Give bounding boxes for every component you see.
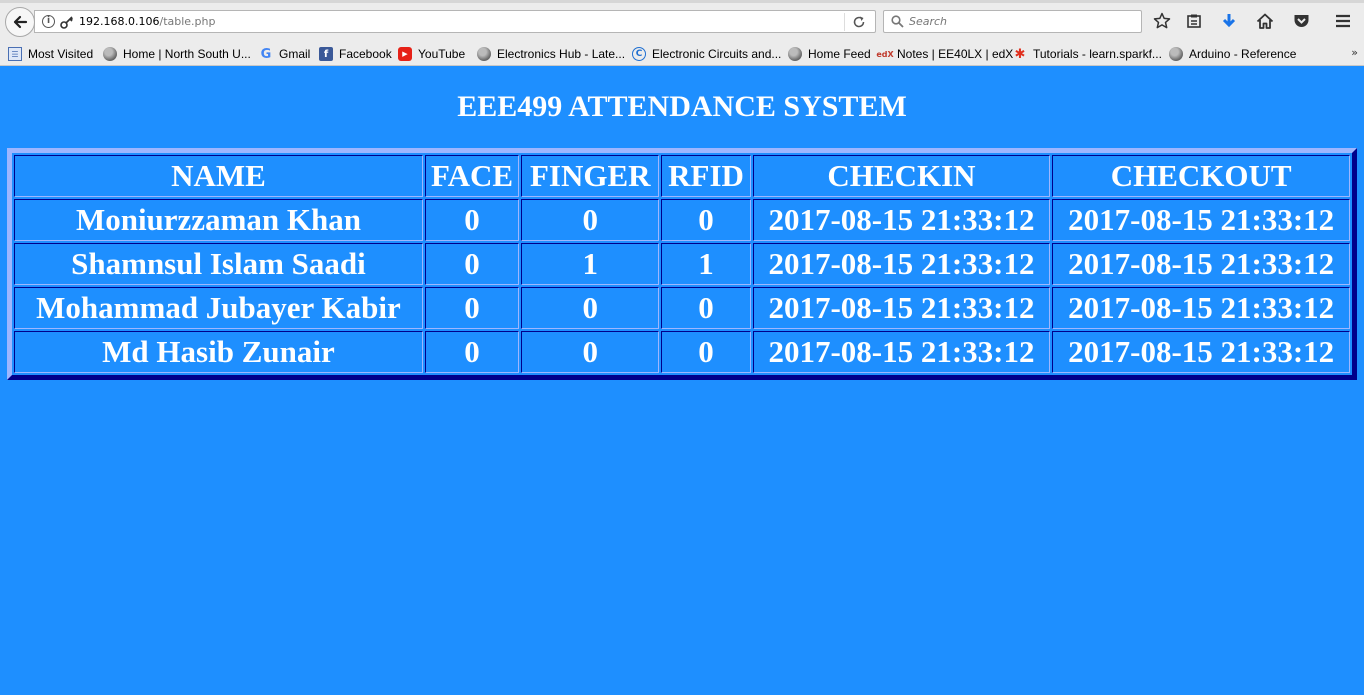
most-visited-icon: ☰ <box>8 47 22 61</box>
column-header-checkout: CHECKOUT <box>1052 155 1350 197</box>
url-path: /table.php <box>159 15 216 28</box>
table-row: Moniurzzaman Khan 0 0 0 2017-08-15 21:33… <box>14 199 1350 241</box>
bookmark-label: Home | North South U... <box>123 47 251 61</box>
bookmark-label: Notes | EE40LX | edX <box>897 47 1014 61</box>
search-icon <box>891 15 904 28</box>
hamburger-icon <box>1336 14 1350 28</box>
bookmark-label: Facebook <box>339 47 392 61</box>
key-icon <box>60 16 74 29</box>
cell-face: 0 <box>424 331 520 373</box>
bookmarks-overflow-icon[interactable]: » <box>1351 46 1358 59</box>
bookmark-most-visited[interactable]: ☰ Most Visited <box>8 46 93 62</box>
cell-face: 0 <box>424 199 520 241</box>
cell-finger: 0 <box>521 331 660 373</box>
url-text[interactable]: 192.168.0.106/table.php <box>79 15 215 28</box>
star-icon <box>1153 12 1171 29</box>
cell-finger: 0 <box>521 199 660 241</box>
bookmark-sparkfun[interactable]: ✱ Tutorials - learn.sparkf... <box>1013 46 1162 62</box>
cell-checkin: 2017-08-15 21:33:12 <box>752 287 1051 329</box>
bookmark-label: Tutorials - learn.sparkf... <box>1033 47 1162 61</box>
bookmark-label: Gmail <box>279 47 311 61</box>
cell-checkout: 2017-08-15 21:33:12 <box>1052 287 1350 329</box>
column-header-finger: FINGER <box>521 155 660 197</box>
home-button[interactable] <box>1255 11 1275 31</box>
facebook-icon: f <box>319 47 333 61</box>
bookmark-youtube[interactable]: ▶ YouTube <box>398 46 465 62</box>
bookmark-north-south[interactable]: Home | North South U... <box>103 46 251 62</box>
cell-finger: 1 <box>521 243 660 285</box>
bookmark-facebook[interactable]: f Facebook <box>319 46 392 62</box>
page-title: EEE499 ATTENDANCE SYSTEM <box>457 90 907 123</box>
address-bar[interactable]: i 192.168.0.106/table.php <box>34 10 876 33</box>
tab-strip <box>0 0 1364 3</box>
table-row: Md Hasib Zunair 0 0 0 2017-08-15 21:33:1… <box>14 331 1350 373</box>
bookmark-label: Most Visited <box>28 47 94 61</box>
cell-name: Moniurzzaman Khan <box>14 199 423 241</box>
back-arrow-icon <box>13 15 28 29</box>
home-icon <box>1256 13 1274 29</box>
edx-icon: edX <box>876 49 894 59</box>
cell-checkin: 2017-08-15 21:33:12 <box>752 199 1051 241</box>
attendance-table: NAME FACE FINGER RFID CHECKIN CHECKOUT M… <box>7 148 1357 380</box>
table-row: Mohammad Jubayer Kabir 0 0 0 2017-08-15 … <box>14 287 1350 329</box>
youtube-icon: ▶ <box>398 47 412 61</box>
column-header-rfid: RFID <box>661 155 751 197</box>
globe-icon <box>788 47 802 61</box>
cell-finger: 0 <box>521 287 660 329</box>
browser-toolbar: i 192.168.0.106/table.php Search <box>0 0 1364 42</box>
pocket-icon <box>1294 15 1308 27</box>
url-host: 192.168.0.106 <box>79 15 160 28</box>
column-header-face: FACE <box>424 155 520 197</box>
downloads-button[interactable] <box>1219 11 1239 31</box>
column-header-checkin: CHECKIN <box>752 155 1051 197</box>
cell-name: Mohammad Jubayer Kabir <box>14 287 423 329</box>
column-header-name: NAME <box>14 155 423 197</box>
globe-icon <box>477 47 491 61</box>
circuits-icon: C <box>632 47 646 61</box>
cell-rfid: 1 <box>661 243 751 285</box>
bookmark-label: Electronics Hub - Late... <box>497 47 626 61</box>
bookmark-electronic-circuits[interactable]: C Electronic Circuits and... <box>632 46 781 62</box>
bookmark-label: Arduino - Reference <box>1189 47 1297 61</box>
bookmark-label: Home Feed <box>808 47 871 61</box>
clipboard-icon <box>1187 14 1201 28</box>
url-separator <box>844 13 845 31</box>
search-bar[interactable]: Search <box>883 10 1142 33</box>
table-header-row: NAME FACE FINGER RFID CHECKIN CHECKOUT <box>14 155 1350 197</box>
cell-name: Md Hasib Zunair <box>14 331 423 373</box>
bookmark-star-button[interactable] <box>1152 11 1172 31</box>
cell-face: 0 <box>424 243 520 285</box>
google-icon: G <box>260 46 272 62</box>
reload-icon[interactable] <box>852 15 866 29</box>
cell-checkin: 2017-08-15 21:33:12 <box>752 243 1051 285</box>
cell-checkin: 2017-08-15 21:33:12 <box>752 331 1051 373</box>
info-icon[interactable]: i <box>42 15 55 28</box>
back-button[interactable] <box>5 7 35 37</box>
bookmark-electronics-hub[interactable]: Electronics Hub - Late... <box>477 46 625 62</box>
bookmark-label: Electronic Circuits and... <box>652 47 782 61</box>
bookmark-gmail[interactable]: G Gmail <box>259 46 311 62</box>
table-row: Shamnsul Islam Saadi 0 1 1 2017-08-15 21… <box>14 243 1350 285</box>
sparkfun-icon: ✱ <box>1014 46 1026 62</box>
menu-button[interactable] <box>1333 11 1353 31</box>
bookmark-home-feed[interactable]: Home Feed <box>788 46 871 62</box>
search-placeholder: Search <box>909 15 948 28</box>
cell-checkout: 2017-08-15 21:33:12 <box>1052 331 1350 373</box>
bookmark-label: YouTube <box>418 47 466 61</box>
cell-checkout: 2017-08-15 21:33:12 <box>1052 243 1350 285</box>
bookmark-edx-notes[interactable]: edX Notes | EE40LX | edX <box>876 46 1014 62</box>
reading-list-button[interactable] <box>1184 11 1204 31</box>
cell-face: 0 <box>424 287 520 329</box>
globe-icon <box>1169 47 1183 61</box>
globe-icon <box>103 47 117 61</box>
cell-rfid: 0 <box>661 199 751 241</box>
cell-name: Shamnsul Islam Saadi <box>14 243 423 285</box>
download-arrow-icon <box>1222 14 1236 28</box>
cell-rfid: 0 <box>661 287 751 329</box>
bookmarks-bar: ☰ Most Visited Home | North South U... G… <box>0 42 1364 66</box>
bookmark-arduino[interactable]: Arduino - Reference <box>1169 46 1296 62</box>
cell-checkout: 2017-08-15 21:33:12 <box>1052 199 1350 241</box>
cell-rfid: 0 <box>661 331 751 373</box>
pocket-button[interactable] <box>1291 11 1311 31</box>
